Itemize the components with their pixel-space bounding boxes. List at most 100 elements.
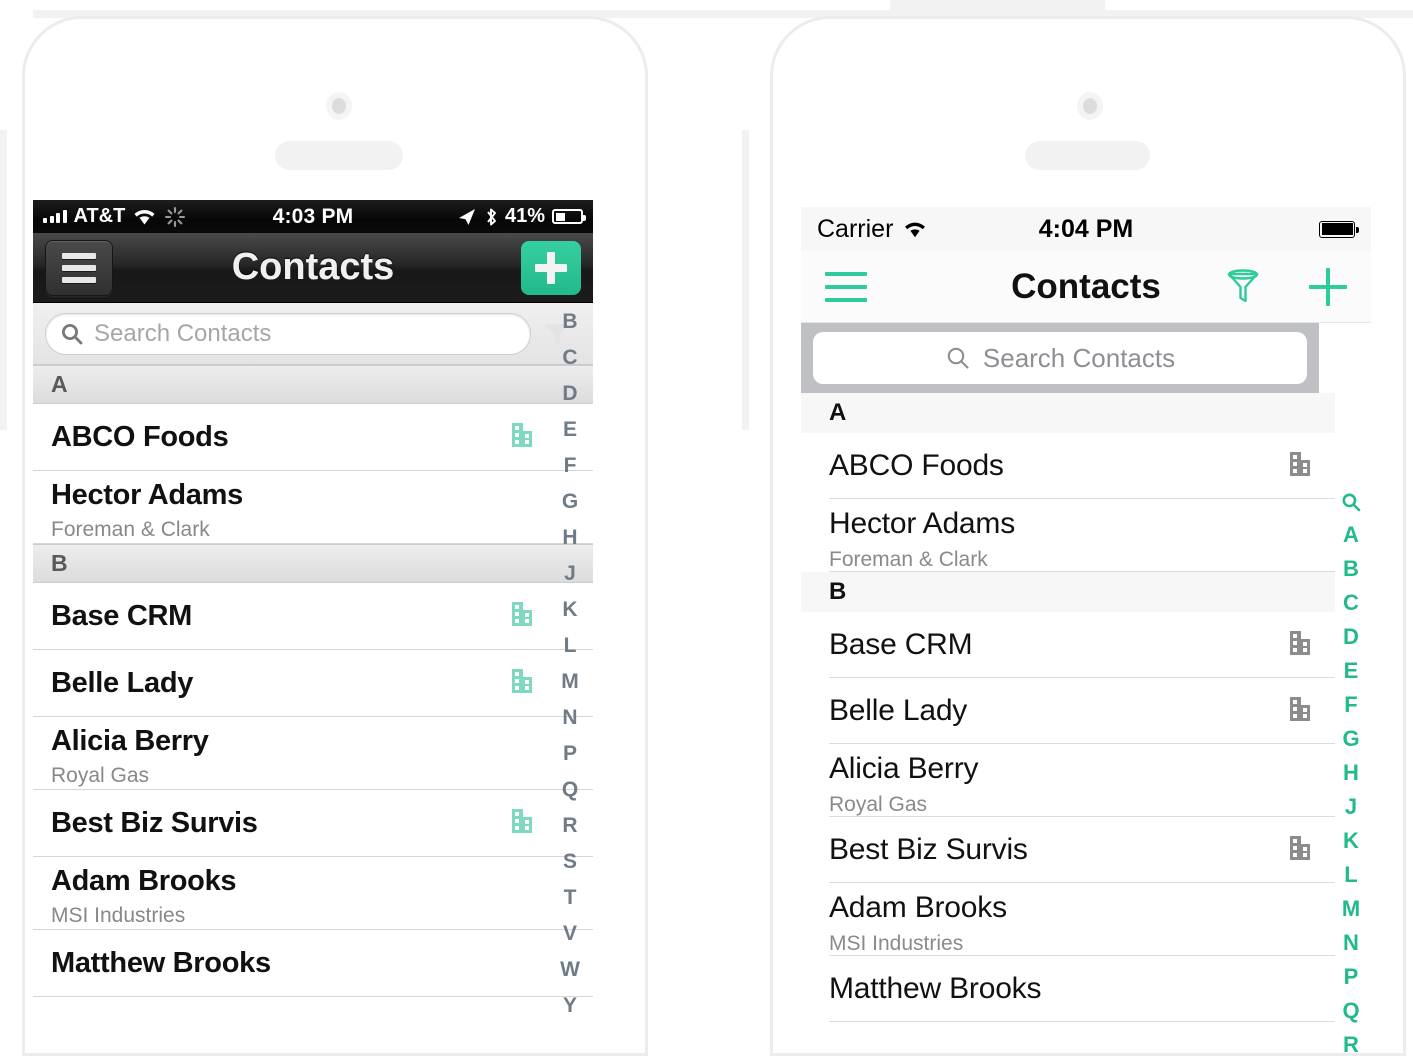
index-letter[interactable]: Q <box>1342 994 1359 1028</box>
index-letter[interactable]: F <box>564 447 577 483</box>
hamburger-menu-icon[interactable] <box>825 271 867 302</box>
index-letter[interactable]: H <box>1343 756 1359 790</box>
nav-bar-right: Contacts <box>801 251 1371 323</box>
battery-icon <box>1319 220 1359 238</box>
contact-company: Foreman & Clark <box>829 548 988 571</box>
battery-icon <box>552 209 586 224</box>
list-item[interactable]: Hector Adams Foreman & Clark <box>33 471 593 544</box>
index-letter[interactable]: J <box>1345 790 1357 824</box>
list-item[interactable]: Belle Lady <box>801 678 1335 744</box>
index-letter[interactable]: C <box>1343 586 1359 620</box>
index-letter[interactable]: G <box>562 483 578 519</box>
contact-name: Hector Adams <box>51 479 243 511</box>
contact-name: Hector Adams <box>829 507 1016 540</box>
index-letter[interactable]: V <box>563 915 577 951</box>
index-letter[interactable]: N <box>562 699 577 735</box>
list-item[interactable]: Adam Brooks MSI Industries <box>33 857 593 930</box>
index-letter[interactable]: R <box>1343 1028 1359 1054</box>
search-bar-right: Search Contacts <box>801 323 1319 393</box>
index-letter[interactable]: D <box>1343 620 1359 654</box>
index-letter[interactable]: G <box>1342 722 1359 756</box>
carrier-label: AT&T <box>73 205 126 227</box>
magnifier-icon[interactable] <box>1341 486 1361 518</box>
contact-name: Adam Brooks <box>51 865 237 897</box>
hamburger-menu-icon[interactable] <box>45 239 113 296</box>
earpiece-speaker <box>275 141 403 170</box>
contact-name: Alicia Berry <box>829 752 979 785</box>
contact-list-left: A ABCO Foods Hector Adams Foreman & Clar… <box>33 365 593 997</box>
index-letter[interactable]: E <box>563 411 577 447</box>
background-strip <box>0 130 7 430</box>
index-letter[interactable]: A <box>1343 518 1359 552</box>
list-item[interactable]: Best Biz Survis <box>33 790 593 857</box>
nav-bar-left: Contacts <box>33 233 593 303</box>
funnel-filter-icon[interactable] <box>1225 268 1261 306</box>
contact-name: ABCO Foods <box>51 420 229 453</box>
index-letter[interactable]: T <box>564 879 577 915</box>
list-item[interactable]: Matthew Brooks <box>801 956 1335 1022</box>
index-letter[interactable]: K <box>1343 824 1359 858</box>
index-letter[interactable]: D <box>562 375 577 411</box>
index-letter[interactable]: H <box>562 519 577 555</box>
alphabet-index-left[interactable]: A B C D E F G H J K L M N P Q R S T V W … <box>547 233 593 1053</box>
index-letter[interactable]: F <box>1344 688 1357 722</box>
list-item[interactable]: Hector Adams Foreman & Clark <box>801 499 1335 572</box>
list-item[interactable]: Adam Brooks MSI Industries <box>801 883 1335 956</box>
contact-name: ABCO Foods <box>829 449 1004 482</box>
index-letter[interactable]: P <box>563 735 577 771</box>
index-letter[interactable]: N <box>1343 926 1359 960</box>
index-letter[interactable]: M <box>1342 892 1360 926</box>
index-letter[interactable]: M <box>561 663 579 699</box>
index-letter[interactable]: C <box>562 339 577 375</box>
contact-name: Alicia Berry <box>51 725 209 757</box>
section-header: A <box>33 365 593 404</box>
index-letter[interactable]: E <box>1344 654 1359 688</box>
app-screen-right: Carrier 4:04 PM Contacts Search Contacts <box>801 207 1371 1053</box>
front-camera-icon <box>1083 98 1097 114</box>
contact-company: MSI Industries <box>51 904 186 927</box>
plus-icon <box>535 251 567 284</box>
contact-name: Adam Brooks <box>829 891 1007 924</box>
earpiece-speaker <box>1025 141 1150 170</box>
search-bar-left: Search Contacts <box>33 303 593 365</box>
add-contact-button[interactable] <box>521 240 581 295</box>
index-letter[interactable]: R <box>562 807 577 843</box>
page-title-left: Contacts <box>231 246 395 288</box>
section-header: A <box>801 393 1335 433</box>
company-building-icon <box>511 668 533 699</box>
index-letter[interactable]: L <box>564 627 577 663</box>
list-item[interactable]: Base CRM <box>801 612 1335 678</box>
contact-company: Royal Gas <box>51 764 150 787</box>
list-item[interactable]: Alicia Berry Royal Gas <box>33 717 593 790</box>
index-letter[interactable]: Q <box>562 771 578 807</box>
list-item[interactable]: ABCO Foods <box>33 404 593 471</box>
index-letter[interactable]: S <box>563 843 577 879</box>
wifi-icon <box>132 208 157 226</box>
background-strip <box>742 130 749 430</box>
alphabet-index-right[interactable]: A B C D E F G H J K L M N P Q R S T V W … <box>1331 486 1371 1053</box>
index-letter[interactable]: W <box>560 951 580 987</box>
list-item[interactable]: ABCO Foods <box>801 433 1335 499</box>
index-letter[interactable]: J <box>564 555 576 591</box>
list-item[interactable]: Matthew Brooks <box>33 930 593 997</box>
index-letter[interactable]: P <box>1344 960 1359 994</box>
app-screen-left: AT&T 4:03 PM 41% Contacts Search Contact… <box>33 200 593 1053</box>
contact-name: Belle Lady <box>51 666 194 699</box>
magnifier-icon <box>60 322 84 346</box>
contact-company: Royal Gas <box>829 793 928 816</box>
index-letter[interactable]: L <box>1344 858 1357 892</box>
index-letter[interactable]: K <box>562 591 577 627</box>
index-letter[interactable]: Y <box>563 987 577 1023</box>
signal-bars-icon <box>43 210 67 223</box>
list-item[interactable]: Alicia Berry Royal Gas <box>801 744 1335 817</box>
search-input-right[interactable]: Search Contacts <box>813 332 1307 384</box>
add-contact-button[interactable] <box>1309 267 1347 306</box>
list-item[interactable]: Belle Lady <box>33 650 593 717</box>
index-letter[interactable]: B <box>1343 552 1359 586</box>
list-item[interactable]: Base CRM <box>33 583 593 650</box>
status-bar-right: Carrier 4:04 PM <box>801 207 1371 251</box>
list-item[interactable]: Best Biz Survis <box>801 817 1335 883</box>
search-placeholder-right: Search Contacts <box>982 342 1176 373</box>
index-letter[interactable]: B <box>562 303 577 339</box>
search-input-left[interactable]: Search Contacts <box>45 312 531 355</box>
